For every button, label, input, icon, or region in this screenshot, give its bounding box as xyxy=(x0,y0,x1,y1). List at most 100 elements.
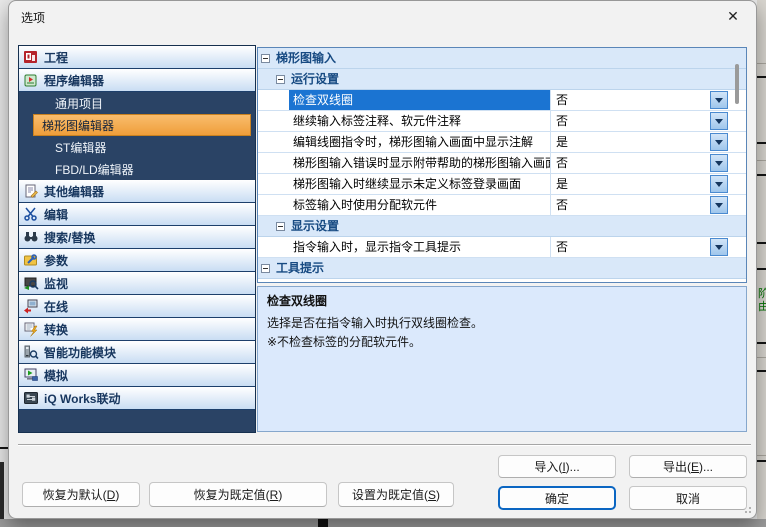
setting-value: 否 xyxy=(556,240,568,254)
monitor-icon xyxy=(23,275,39,291)
setting-value-cell[interactable]: 否 xyxy=(550,111,746,131)
cancel-button[interactable]: 取消 xyxy=(629,486,747,510)
sidebar-item-project[interactable]: 工程 xyxy=(19,46,255,69)
sidebar-item-ladder-editor[interactable]: 梯形图编辑器 xyxy=(33,114,251,136)
chevron-down-icon xyxy=(715,182,723,187)
iq-works-icon xyxy=(23,390,39,406)
import-button[interactable]: 导入(I)... xyxy=(498,455,616,478)
collapse-icon[interactable] xyxy=(276,75,285,84)
simulation-icon xyxy=(23,367,39,383)
setting-label: 梯形图输入时继续显示未定义标签登录画面 xyxy=(289,174,550,194)
setting-value-cell[interactable]: 否 xyxy=(550,153,746,173)
settings-group-row[interactable]: 工具提示 xyxy=(258,258,746,279)
resize-grip-icon[interactable] xyxy=(743,505,751,513)
sidebar-item-simulation[interactable]: 模拟 xyxy=(19,364,255,387)
collapse-icon[interactable] xyxy=(261,264,270,273)
sidebar-item-label: 监视 xyxy=(44,275,68,292)
settings-rows: 梯形图输入运行设置检查双线圈否继续输入标签注释、软元件注释否编辑线圈指令时，梯形… xyxy=(258,48,746,279)
sidebar-item-st-editor[interactable]: ST编辑器 xyxy=(19,136,255,158)
restore-default-button[interactable]: 恢复为默认(D) xyxy=(22,482,140,507)
settings-group-row[interactable]: 显示设置 xyxy=(258,216,746,237)
sidebar-item-label: 智能功能模块 xyxy=(44,344,116,361)
background-left-line xyxy=(0,447,8,449)
sidebar-item-label: ST编辑器 xyxy=(55,139,106,156)
intelligent-module-icon xyxy=(23,344,39,360)
sidebar-item-iq-works[interactable]: iQ Works联动 xyxy=(19,387,255,410)
settings-group-label: 运行设置 xyxy=(291,69,339,89)
setting-value: 是 xyxy=(556,177,568,191)
background-partial-text: 阶 由 xyxy=(758,288,766,314)
sidebar-item-label: 编辑 xyxy=(44,206,68,223)
row-indent xyxy=(258,90,289,110)
dialog-title: 选项 xyxy=(21,9,45,26)
sidebar-item-other-editor[interactable]: 其他编辑器 xyxy=(19,180,255,203)
setting-value-cell[interactable]: 是 xyxy=(550,174,746,194)
collapse-icon[interactable] xyxy=(276,222,285,231)
sidebar-item-label: 搜索/替换 xyxy=(44,229,95,246)
background-window-right-strip: 阶 由 xyxy=(757,0,766,527)
setting-value-cell[interactable]: 否 xyxy=(550,90,746,110)
sidebar-item-label: 程序编辑器 xyxy=(44,72,104,89)
settings-item-row[interactable]: 继续输入标签注释、软元件注释否 xyxy=(258,111,746,132)
setting-value: 否 xyxy=(556,198,568,212)
settings-item-row[interactable]: 梯形图输入时继续显示未定义标签登录画面是 xyxy=(258,174,746,195)
ok-button[interactable]: 确定 xyxy=(498,486,616,510)
project-icon xyxy=(23,49,39,65)
setting-label: 指令输入时，显示指令工具提示 xyxy=(289,237,550,257)
sidebar-item-label: 在线 xyxy=(44,298,68,315)
chevron-down-icon xyxy=(715,98,723,103)
dropdown-button[interactable] xyxy=(710,154,728,172)
title-bar: 选项 ✕ xyxy=(9,1,756,33)
sidebar-item-label: 模拟 xyxy=(44,367,68,384)
settings-group-row[interactable]: 梯形图输入 xyxy=(258,48,746,69)
background-left-dark xyxy=(0,462,4,519)
vertical-scrollbar-thumb[interactable] xyxy=(735,64,739,104)
setting-value-cell[interactable]: 是 xyxy=(550,132,746,152)
sidebar-item-online[interactable]: 在线 xyxy=(19,295,255,318)
sidebar-item-label: 工程 xyxy=(44,49,68,66)
set-preset-button[interactable]: 设置为既定值(S) xyxy=(338,482,454,507)
sidebar-item-search-replace[interactable]: 搜索/替换 xyxy=(19,226,255,249)
setting-value-cell[interactable]: 否 xyxy=(550,237,746,257)
settings-group-label: 梯形图输入 xyxy=(276,48,336,68)
dropdown-button[interactable] xyxy=(710,196,728,214)
restore-preset-button[interactable]: 恢复为既定值(R) xyxy=(149,482,327,507)
dropdown-button[interactable] xyxy=(710,133,728,151)
setting-value-cell[interactable]: 否 xyxy=(550,195,746,215)
sidebar-item-monitor[interactable]: 监视 xyxy=(19,272,255,295)
row-indent xyxy=(258,111,289,131)
sidebar-item-common-item[interactable]: 通用项目 xyxy=(19,92,255,114)
dropdown-button[interactable] xyxy=(710,91,728,109)
sidebar-item-program-editor[interactable]: 程序编辑器 xyxy=(19,69,255,92)
separator-line xyxy=(18,444,751,446)
setting-label: 检查双线圈 xyxy=(289,90,550,110)
dropdown-button[interactable] xyxy=(710,238,728,256)
settings-item-row[interactable]: 梯形图输入错误时显示附带帮助的梯形图输入画面否 xyxy=(258,153,746,174)
edit-icon xyxy=(23,206,39,222)
sidebar-item-convert[interactable]: 转换 xyxy=(19,318,255,341)
sidebar: 工程程序编辑器通用项目梯形图编辑器 ST编辑器 FBD/LD编辑器其他编辑器编辑搜索… xyxy=(18,45,256,433)
settings-item-row[interactable]: 编辑线圈指令时，梯形图输入画面中显示注解是 xyxy=(258,132,746,153)
collapse-icon[interactable] xyxy=(261,54,270,63)
settings-panel: 梯形图输入运行设置检查双线圈否继续输入标签注释、软元件注释否编辑线圈指令时，梯形… xyxy=(257,47,747,283)
sidebar-item-edit[interactable]: 编辑 xyxy=(19,203,255,226)
close-button[interactable]: ✕ xyxy=(710,1,756,31)
settings-item-row[interactable]: 标签输入时使用分配软元件否 xyxy=(258,195,746,216)
sidebar-item-fbd-ld-editor[interactable]: FBD/LD编辑器 xyxy=(19,158,255,180)
sidebar-item-intelligent-function-module[interactable]: 智能功能模块 xyxy=(19,341,255,364)
sidebar-item-label: 转换 xyxy=(44,321,68,338)
setting-label: 梯形图输入错误时显示附带帮助的梯形图输入画面 xyxy=(289,153,550,173)
chevron-down-icon xyxy=(715,203,723,208)
settings-item-row[interactable]: 检查双线圈否 xyxy=(258,90,746,111)
export-button[interactable]: 导出(E)... xyxy=(629,455,747,478)
description-lines: 选择是否在指令输入时执行双线圈检查。※不检查标签的分配软元件。 xyxy=(267,314,737,352)
settings-item-row[interactable]: 指令输入时，显示指令工具提示否 xyxy=(258,237,746,258)
sidebar-item-label: 通用项目 xyxy=(55,95,103,112)
description-line: 选择是否在指令输入时执行双线圈检查。 xyxy=(267,314,737,333)
dropdown-button[interactable] xyxy=(710,112,728,130)
dropdown-button[interactable] xyxy=(710,175,728,193)
sidebar-item-parameter[interactable]: 参数 xyxy=(19,249,255,272)
setting-label: 编辑线圈指令时，梯形图输入画面中显示注解 xyxy=(289,132,550,152)
chevron-down-icon xyxy=(715,245,723,250)
settings-group-row[interactable]: 运行设置 xyxy=(258,69,746,90)
